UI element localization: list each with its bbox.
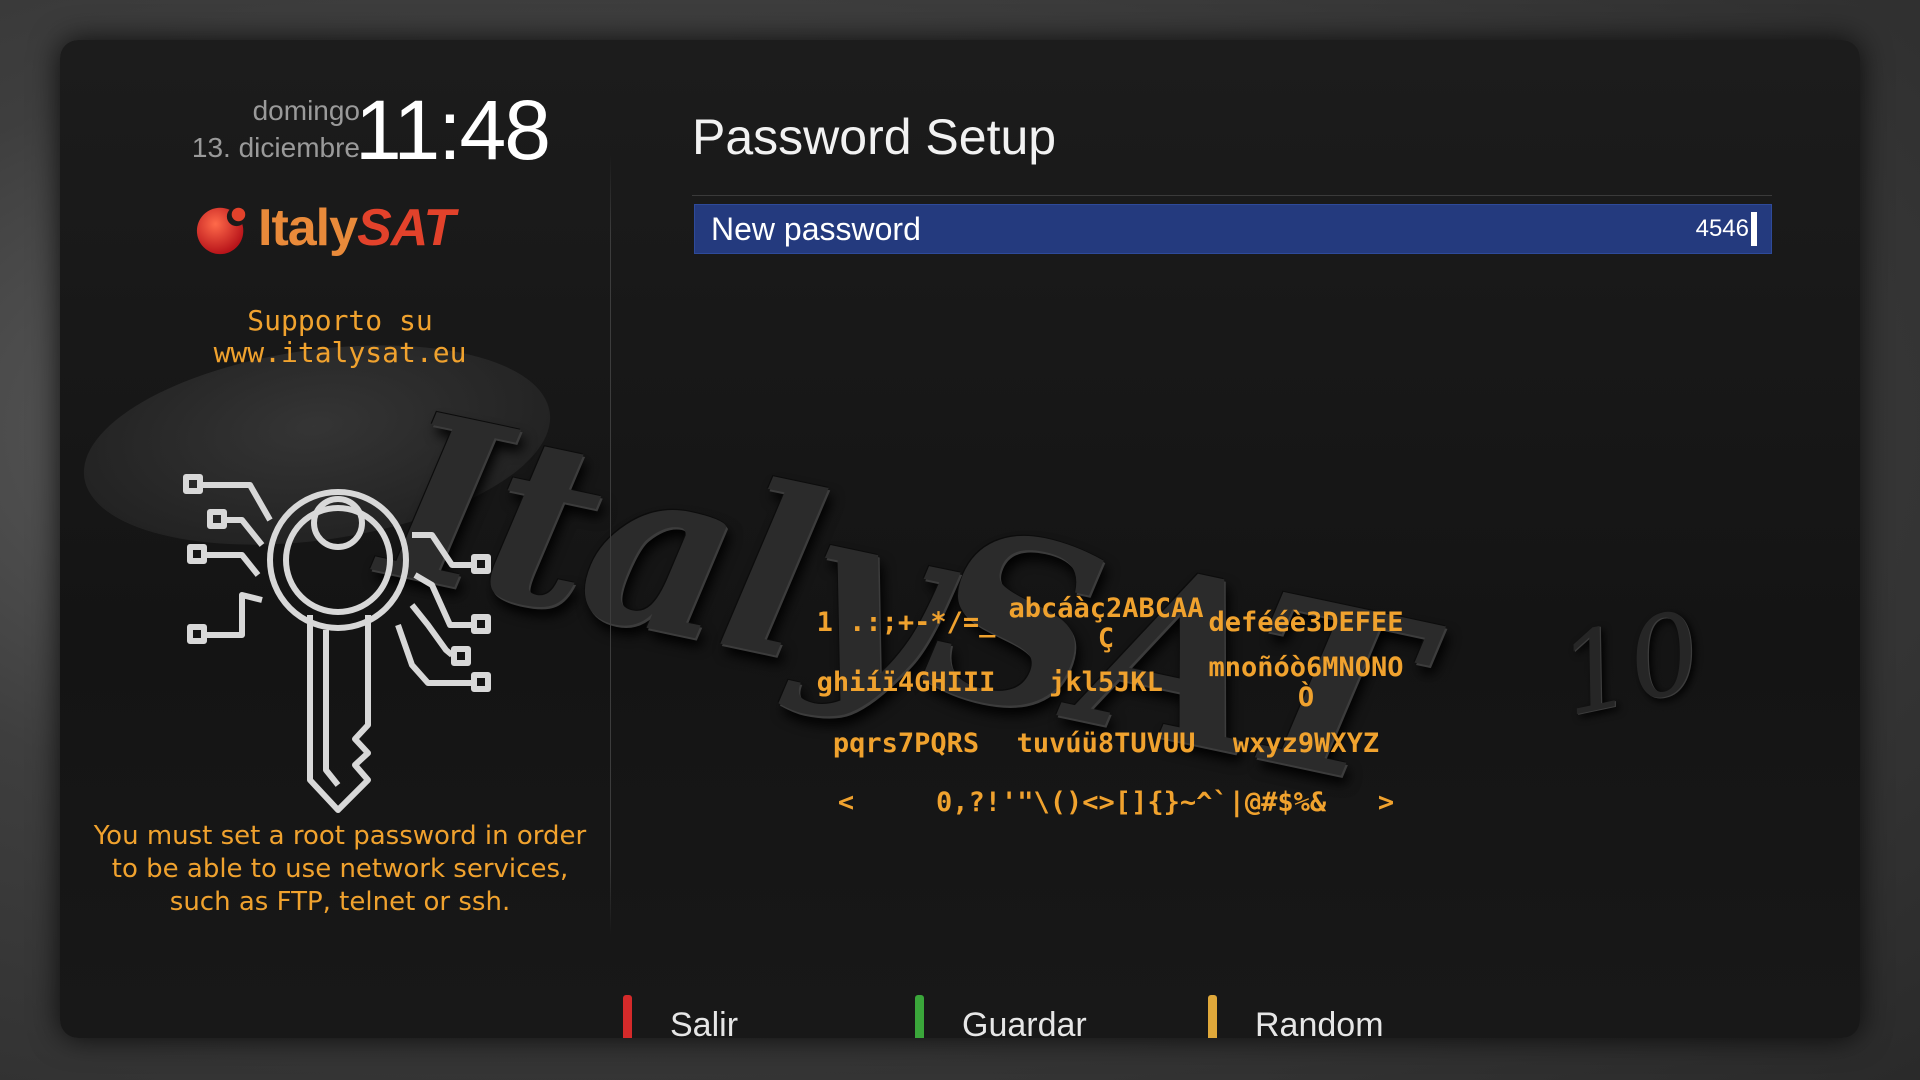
new-password-value[interactable]: 4546 xyxy=(1696,212,1757,246)
keypad-key-1[interactable]: 1 .:;+-*/=_ xyxy=(806,608,1006,638)
keypad-key-2[interactable]: abcáàç2ABCAA Ç xyxy=(1006,594,1206,654)
key-circuit-icon xyxy=(183,474,491,813)
keypad-key-7[interactable]: pqrs7PQRS xyxy=(806,729,1006,759)
keypad-key-4[interactable]: ghiíï4GHIII xyxy=(806,668,1006,698)
logo-sat: SAT xyxy=(357,199,455,257)
random-button-label: Random xyxy=(1255,1005,1384,1039)
keypad-key-3[interactable]: defééè3DEFEE xyxy=(1206,608,1406,638)
support-line-1: Supporto su xyxy=(247,304,433,337)
new-password-field[interactable]: New password 4546 xyxy=(694,204,1772,254)
italysat-logo-icon xyxy=(196,206,247,255)
save-button-label: Guardar xyxy=(962,1005,1087,1039)
title-rule xyxy=(692,195,1772,196)
logo-wordmark: ItalySAT xyxy=(258,198,455,258)
keypad-key-0[interactable]: 0,?!'"\()<>[]{}~^`|@#$%& xyxy=(936,788,1326,818)
keypad-key-left[interactable]: < xyxy=(746,788,946,818)
green-save-button[interactable]: Guardar xyxy=(915,995,1087,1038)
yellow-random-button[interactable]: Random xyxy=(1208,995,1384,1038)
clock-time: 11:48 xyxy=(355,83,551,177)
keypad-key-9[interactable]: wxyz9WXYZ xyxy=(1206,729,1406,759)
support-text: Supporto su www.italysat.eu xyxy=(120,305,560,369)
root-password-note: You must set a root password in order to… xyxy=(93,821,587,917)
clock-day: domingo xyxy=(252,95,360,126)
watermark-version: 10 xyxy=(1548,586,1712,742)
exit-button-label: Salir xyxy=(670,1005,739,1039)
italysat-logo: ItalySAT xyxy=(194,198,455,258)
red-button-indicator xyxy=(623,995,632,1038)
keypad-key-5[interactable]: jkl5JKL xyxy=(1006,668,1206,698)
new-password-text: 4546 xyxy=(1695,215,1749,242)
logo-italy: Italy xyxy=(258,199,358,257)
text-cursor xyxy=(1751,212,1757,246)
new-password-label: New password xyxy=(711,210,921,247)
keypad-key-8[interactable]: tuvúü8TUVUU xyxy=(1006,729,1206,759)
keypad-key-right[interactable]: > xyxy=(1286,788,1486,818)
main-frame: ItalySAT 10 domingo 13. diciembre 11:48 … xyxy=(60,40,1860,1038)
yellow-button-indicator xyxy=(1208,995,1217,1038)
support-url: www.italysat.eu xyxy=(213,336,467,369)
keypad-key-6[interactable]: mnoñóò6MNONO Ò xyxy=(1206,653,1406,713)
green-button-indicator xyxy=(915,995,924,1038)
page-title: Password Setup xyxy=(692,109,1057,165)
clock-date: 13. diciembre xyxy=(191,132,360,163)
panel-divider xyxy=(610,155,611,935)
red-exit-button[interactable]: Salir xyxy=(623,995,738,1038)
